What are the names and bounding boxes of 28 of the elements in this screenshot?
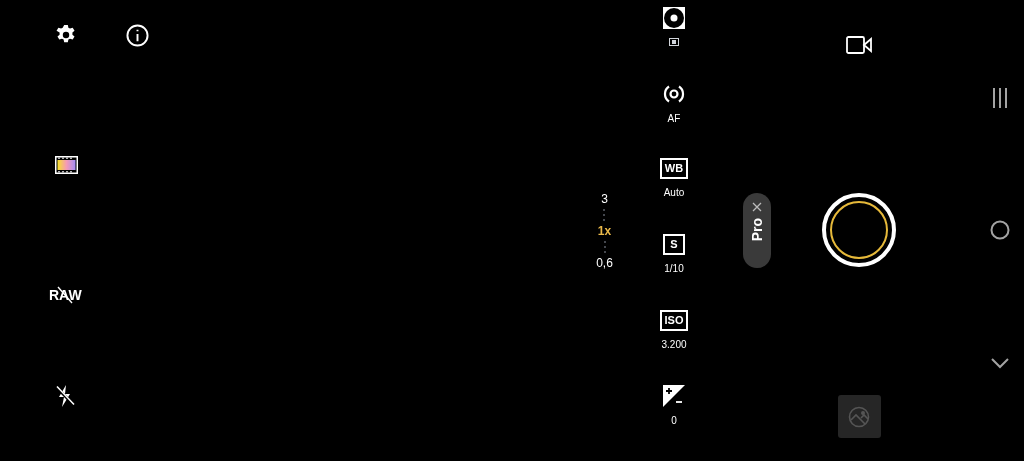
shutter-button[interactable] <box>822 193 896 267</box>
info-icon[interactable] <box>126 23 149 47</box>
setting-badge: ISO <box>659 309 689 331</box>
metering-icon <box>663 7 685 29</box>
setting-badge: S <box>663 234 685 255</box>
setting-value[interactable]: 0 <box>671 416 677 427</box>
setting-value[interactable]: 1/10 <box>664 264 684 274</box>
flash-off-icon[interactable] <box>55 384 75 407</box>
setting-badge: WB <box>659 158 689 180</box>
video-camera-icon[interactable] <box>846 36 872 54</box>
setting-value[interactable]: AF <box>667 113 681 124</box>
image-icon <box>848 405 870 428</box>
mode-label: Pro <box>750 218 764 242</box>
metering-mode-icon <box>669 38 679 46</box>
dots-icon <box>603 240 606 253</box>
gallery-thumbnail[interactable] <box>837 395 881 438</box>
recent-apps-icon[interactable] <box>992 88 1008 108</box>
mode-pill[interactable]: Pro <box>743 193 771 268</box>
film-filter-icon[interactable] <box>55 156 78 174</box>
chevron-down-icon[interactable] <box>991 357 1009 369</box>
setting-value[interactable]: 3.200 <box>661 339 687 350</box>
zoom-level[interactable]: 3 <box>601 192 608 205</box>
dots-icon <box>603 208 606 221</box>
setting-value[interactable]: Auto <box>663 188 685 199</box>
home-icon[interactable] <box>990 220 1010 240</box>
close-icon[interactable] <box>752 202 762 212</box>
zoom-level[interactable]: 0,6 <box>596 256 613 269</box>
zoom-level[interactable]: 1x <box>597 224 612 237</box>
